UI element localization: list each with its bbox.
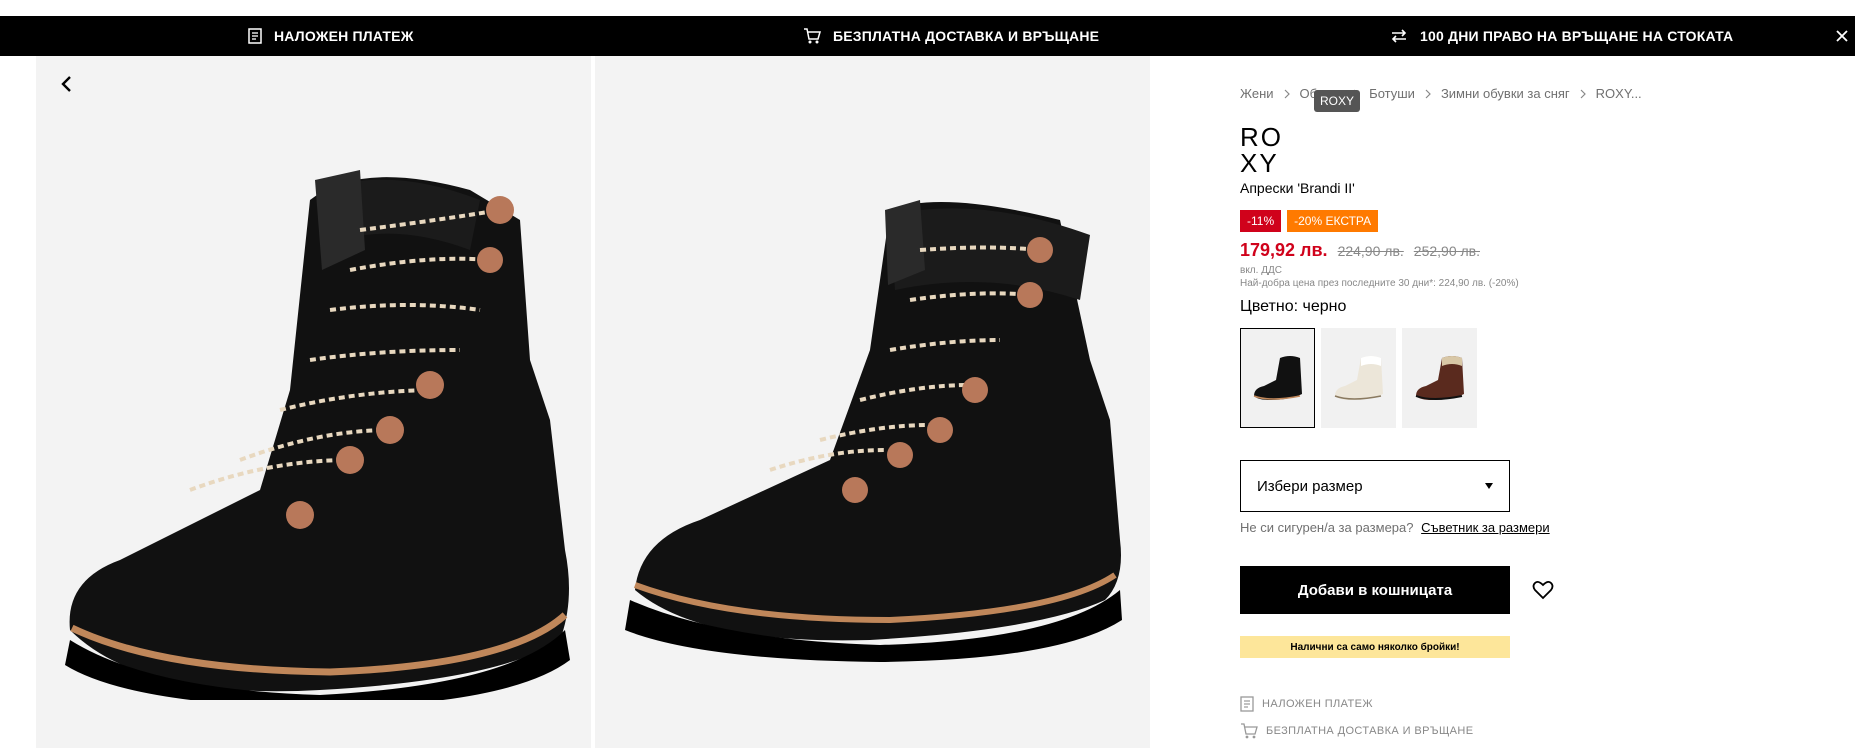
brand-logo-line: XY [1240, 148, 1279, 178]
swatch-white[interactable] [1321, 328, 1396, 428]
promo-label: БЕЗПЛАТНА ДОСТАВКА И ВРЪЩАНЕ [833, 28, 1100, 44]
back-arrow-icon[interactable] [54, 72, 78, 96]
price-block: 179,92 лв. 224,90 лв. 252,90 лв. [1240, 240, 1480, 261]
size-advisor-link[interactable]: Съветник за размери [1421, 520, 1550, 535]
color-swatches [1240, 328, 1477, 428]
discount-badge: -11% [1240, 210, 1282, 232]
exchange-icon [1391, 29, 1407, 43]
breadcrumb-item-boots[interactable]: Ботуши [1369, 86, 1415, 101]
swatch-white-image [1334, 356, 1383, 400]
discount-badges: -11% -20% ЕКСТРА [1240, 210, 1379, 232]
current-price: 179,92 лв. [1240, 240, 1328, 260]
heart-icon[interactable] [1532, 580, 1556, 604]
info-delivery: БЕЗПЛАТНА ДОСТАВКА И ВРЪЩАНЕ [1240, 723, 1474, 739]
brand-tooltip: ROXY [1314, 90, 1361, 112]
boot-image-2 [625, 200, 1122, 662]
close-icon[interactable] [1829, 16, 1855, 56]
size-select[interactable]: Избери размер [1240, 460, 1510, 512]
info-label: НАЛОЖЕН ПЛАТЕЖ [1262, 698, 1373, 710]
size-advice: Не си сигурен/а за размера? Съветник за … [1240, 520, 1550, 535]
chevron-right-icon [1425, 89, 1431, 99]
breadcrumb: Жени Обувки Ботуши Зимни обувки за сняг … [1240, 86, 1642, 101]
breadcrumb-item-roxy[interactable]: ROXY... [1596, 86, 1642, 101]
size-select-value: Избери размер [1257, 477, 1363, 495]
best-price-note: Най-добра цена през последните 30 дни*: … [1240, 278, 1519, 289]
brand-logo-line: RO [1240, 122, 1283, 152]
top-strip [0, 0, 1855, 16]
swatch-black-image [1253, 356, 1302, 400]
swatch-brown-image [1415, 356, 1464, 400]
info-label: БЕЗПЛАТНА ДОСТАВКА И ВРЪЩАНЕ [1266, 725, 1474, 737]
product-name: Апрески 'Brandi II' [1240, 180, 1355, 196]
promo-delivery: БЕЗПЛАТНА ДОСТАВКА И ВРЪЩАНЕ [803, 16, 1099, 56]
chevron-right-icon [1284, 89, 1290, 99]
add-to-cart-button[interactable]: Добави в кошницата [1240, 566, 1510, 614]
receipt-icon [1240, 696, 1254, 712]
swatch-black[interactable] [1240, 328, 1315, 428]
old-price: 224,90 лв. [1337, 243, 1404, 259]
low-stock-note: Налични са само няколко бройки! [1240, 636, 1510, 658]
color-label: Цветно: черно [1240, 298, 1347, 315]
promo-label: 100 ДНИ ПРАВО НА ВРЪЩАНЕ НА СТОКАТА [1420, 28, 1734, 44]
boot-image-1 [65, 170, 570, 700]
promo-label: НАЛОЖЕН ПЛАТЕЖ [274, 28, 414, 44]
swatch-brown[interactable] [1402, 328, 1477, 428]
cart-icon [1241, 723, 1258, 739]
size-question: Не си сигурен/а за размера? [1240, 520, 1414, 535]
brand-logo[interactable]: RO XY [1240, 124, 1300, 176]
receipt-icon [248, 28, 262, 44]
extra-discount-badge: -20% ЕКСТРА [1287, 210, 1379, 232]
vat-note: вкл. ДДС [1240, 265, 1282, 276]
promo-cod: НАЛОЖЕН ПЛАТЕЖ [248, 16, 414, 56]
breadcrumb-item-women[interactable]: Жени [1240, 86, 1274, 101]
breadcrumb-item-snow-boots[interactable]: Зимни обувки за сняг [1441, 86, 1570, 101]
caret-down-icon [1485, 483, 1493, 489]
promo-bar: НАЛОЖЕН ПЛАТЕЖ БЕЗПЛАТНА ДОСТАВКА И ВРЪЩ… [0, 16, 1855, 56]
chevron-right-icon [1580, 89, 1586, 99]
promo-returns: 100 ДНИ ПРАВО НА ВРЪЩАНЕ НА СТОКАТА [1390, 16, 1733, 56]
cart-icon [804, 28, 821, 44]
original-price: 252,90 лв. [1413, 243, 1480, 259]
info-cod: НАЛОЖЕН ПЛАТЕЖ [1240, 696, 1373, 712]
